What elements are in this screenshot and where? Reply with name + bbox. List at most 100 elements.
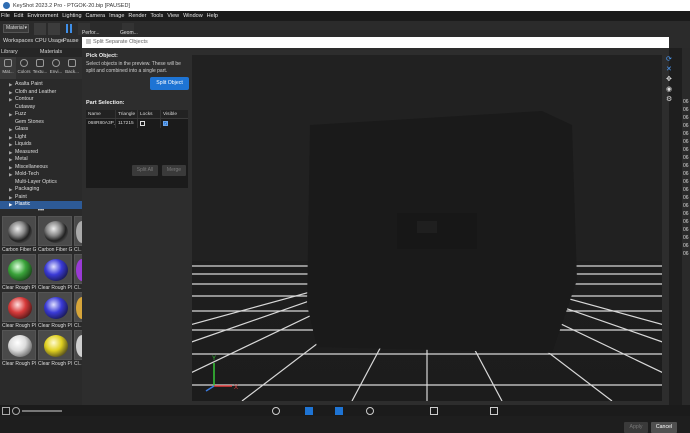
tree-item-label: Light [15,133,27,140]
column-header-triangles[interactable]: Triangle [116,110,138,118]
expand-arrow-icon[interactable]: ▶ [9,81,12,89]
pause-label[interactable]: Pause [63,38,79,44]
expand-arrow-icon[interactable]: ▶ [9,201,12,209]
menu-edit[interactable]: Edit [14,13,23,19]
expand-arrow-icon[interactable]: ▶ [9,126,12,134]
panel-splitter-handle[interactable]: ••• [0,208,82,216]
search-icon[interactable] [12,407,20,415]
material-thumbnail[interactable]: Clear Rough Pl... [2,329,36,368]
title-bar: KeyShot 2023.2 Pro - PTGOK-20.bip [PAUSE… [0,0,690,11]
material-select[interactable]: Material [3,24,29,33]
thumbnail-size-slider[interactable] [22,410,62,412]
column-header-visible[interactable]: Visible [161,110,188,118]
viewport-canvas[interactable]: Y X [192,55,662,401]
expand-arrow-icon[interactable]: ▶ [9,89,12,97]
grid-view-icon[interactable] [2,407,10,415]
tree-item-packaging[interactable]: ▶ Packaging [0,186,82,194]
tree-item-cutaway[interactable]: Cutaway [0,104,82,112]
cpu-usage-label[interactable]: CPU Usage [35,38,64,44]
screenshot-icon[interactable] [490,407,498,415]
preview-viewport[interactable]: Y X [192,55,662,401]
cancel-button[interactable]: Cancel [651,422,677,433]
3d-model-object[interactable] [307,111,577,353]
tree-item-measured[interactable]: ▶ Measured [0,149,82,157]
render-icon[interactable] [430,407,438,415]
tree-item-plastic[interactable]: ▶ Plastic [0,201,82,209]
expand-arrow-icon[interactable]: ▶ [9,96,12,104]
fit-view-icon[interactable]: ✕ [666,66,673,73]
pan-icon[interactable]: ✥ [666,76,673,83]
menu-environment[interactable]: Environment [27,13,58,19]
library-icon[interactable] [48,23,60,35]
expand-arrow-icon[interactable]: ▶ [9,156,12,164]
refresh-icon[interactable]: ⟳ [666,56,673,63]
table-row[interactable]: 068R80A3P_1 117215 ✓ [86,119,188,128]
settings-icon[interactable]: ⚙ [666,96,673,103]
column-header-name[interactable]: Name [86,110,116,118]
tab-materials[interactable]: Mat... [0,57,16,79]
tree-item-paint[interactable]: ▶ Paint [0,194,82,202]
part-triangles-cell: 117215 [116,119,138,128]
textures-icon [36,59,44,67]
material-thumbnail[interactable]: Clear Rough Pl... [2,291,36,330]
expand-arrow-icon[interactable]: ▶ [9,194,12,202]
tab-environments[interactable]: Envi... [48,57,64,79]
visible-checkbox[interactable]: ✓ [163,121,168,126]
apply-button[interactable]: Apply [624,422,648,433]
project-toggle-icon[interactable] [335,407,343,415]
tree-item-miscellaneous[interactable]: ▶ Miscellaneous [0,164,82,172]
import-icon[interactable] [34,23,46,35]
tree-item-label: Miscellaneous [15,163,48,170]
material-thumbnail[interactable]: Carbon Fiber Gl... [2,215,36,254]
material-thumbnail[interactable]: Clear Rough Pl... [2,253,36,292]
expand-arrow-icon[interactable]: ▶ [9,164,12,172]
library-toggle-icon[interactable] [305,407,313,415]
expand-arrow-icon[interactable]: ▶ [9,134,12,142]
tree-item-liquids[interactable]: ▶ Liquids [0,141,82,149]
menu-render[interactable]: Render [128,13,146,19]
menu-help[interactable]: Help [207,13,218,19]
expand-arrow-icon[interactable]: ▶ [9,171,12,179]
tree-item-axalta-paint[interactable]: ▶ Axalta Paint [0,81,82,89]
pause-icon[interactable] [63,23,75,35]
material-thumbnail[interactable]: Clear Rough Pl... [38,291,72,330]
menu-tools[interactable]: Tools [150,13,163,19]
split-object-button[interactable]: Split Object [150,77,189,90]
tree-item-contour[interactable]: ▶ Contour [0,96,82,104]
menu-image[interactable]: Image [109,13,124,19]
menu-file[interactable]: File [1,13,10,19]
import-status-icon[interactable] [272,407,280,415]
tree-item-glass[interactable]: ▶ Glass [0,126,82,134]
geometry-label[interactable]: Geom... [120,30,138,36]
tree-item-metal[interactable]: ▶ Metal [0,156,82,164]
menu-window[interactable]: Window [183,13,203,19]
expand-arrow-icon[interactable]: ▶ [9,111,12,119]
split-all-button[interactable]: Split All [132,165,158,176]
material-thumbnail[interactable]: Clear Rough Pl... [38,253,72,292]
performance-label[interactable]: Perfor... [82,30,100,36]
tab-colors[interactable]: Colors [16,57,32,79]
expand-arrow-icon[interactable]: ▶ [9,186,12,194]
animation-icon[interactable] [366,407,374,415]
tree-item-light[interactable]: ▶ Light [0,134,82,142]
tree-item-fuzz[interactable]: ▶ Fuzz [0,111,82,119]
expand-arrow-icon[interactable]: ▶ [9,141,12,149]
menu-view[interactable]: View [167,13,179,19]
camera-icon[interactable]: ◉ [666,86,673,93]
expand-arrow-icon[interactable]: ▶ [9,149,12,157]
tab-textures[interactable]: Textu... [32,57,48,79]
menu-lighting[interactable]: Lighting [62,13,81,19]
tree-item-multi-layer-optics[interactable]: Multi-Layer Optics [0,179,82,187]
lock-checkbox[interactable] [140,121,145,126]
column-header-locks[interactable]: Locks [138,110,161,118]
tree-item-gem-stones[interactable]: Gem Stones [0,119,82,127]
tab-backplates[interactable]: Back... [64,57,80,79]
menu-camera[interactable]: Camera [86,13,106,19]
tree-item-label: Cloth and Leather [15,88,57,95]
material-thumbnail[interactable]: Clear Rough Pl... [38,329,72,368]
tree-item-cloth-and-leather[interactable]: ▶ Cloth and Leather [0,89,82,97]
merge-button[interactable]: Merge [162,165,186,176]
workspaces-label[interactable]: Workspaces [3,38,33,44]
material-thumbnail[interactable]: Carbon Fiber Gl... [38,215,72,254]
tree-item-mold-tech[interactable]: ▶ Mold-Tech [0,171,82,179]
